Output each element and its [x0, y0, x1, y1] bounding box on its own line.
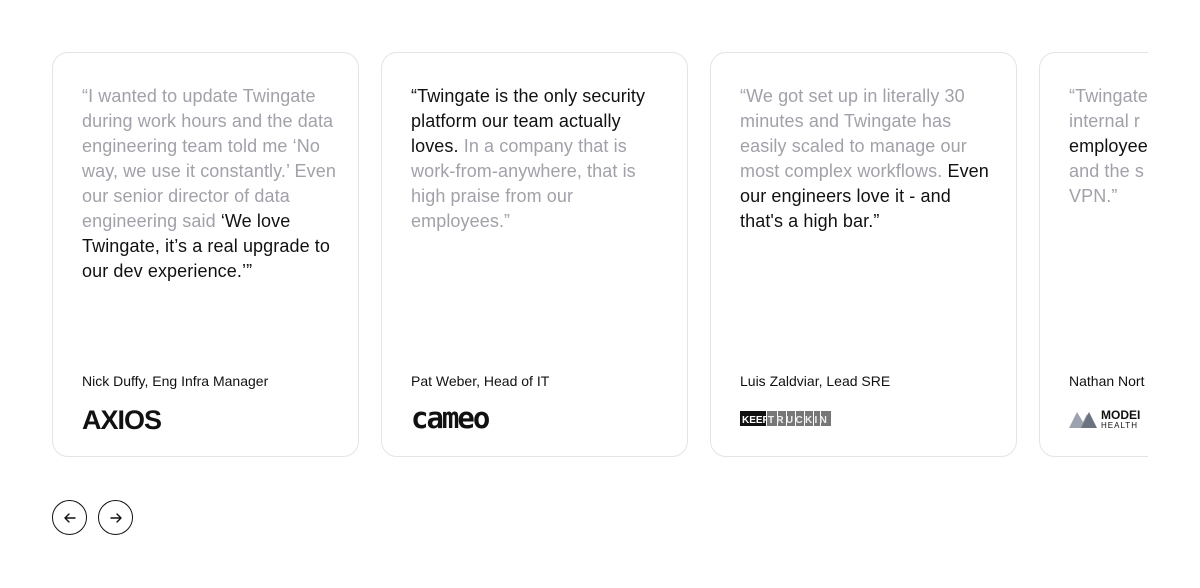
quote-muted-text: “Twingate puzzle pie our acces internal … [1069, 86, 1148, 131]
keeptruckin-logo-keep: KEEP [742, 415, 770, 426]
testimonial-quote: “I wanted to update Twingate during work… [82, 84, 336, 284]
arrow-right-icon [109, 512, 122, 523]
carousel-track: “I wanted to update Twingate during work… [52, 52, 1148, 457]
testimonial-quote: “Twingate is the only security platform … [411, 84, 665, 234]
axios-logo-text: AXIOS [82, 406, 161, 432]
testimonial-card: “I wanted to update Twingate during work… [52, 52, 359, 457]
keeptruckin-logo-truckin: TRUCKIN [768, 415, 829, 426]
quote-muted-text: and the s sleep bet that we u VPN.” [1069, 161, 1148, 206]
axios-logo: AXIOS [82, 405, 174, 433]
testimonial-card: “Twingate is the only security platform … [381, 52, 688, 457]
modern-health-logo: MODEI HEALTH [1069, 405, 1148, 433]
next-button[interactable] [98, 500, 133, 535]
quote-muted-text: “I wanted to update Twingate during work… [82, 86, 336, 231]
cameo-logo: cameo [411, 405, 503, 433]
arrow-left-icon [63, 512, 76, 523]
modern-health-logo-bottom: HEALTH [1101, 421, 1138, 430]
carousel-navigation [52, 500, 133, 535]
testimonial-quote: “We got set up in literally 30 minutes a… [740, 84, 994, 234]
quote-muted-text: “We got set up in literally 30 minutes a… [740, 86, 967, 181]
modern-health-logo-top: MODEI [1101, 408, 1140, 422]
testimonial-card: “We got set up in literally 30 minutes a… [710, 52, 1017, 457]
testimonial-quote: “Twingate puzzle pie our acces internal … [1069, 84, 1148, 209]
testimonial-author: Pat Weber, Head of IT [411, 373, 550, 389]
keeptruckin-logo: KEEP TRUCKIN [740, 405, 832, 433]
previous-button[interactable] [52, 500, 87, 535]
testimonial-author: Nathan Nort [1069, 373, 1145, 389]
cameo-logo-text: cameo [411, 405, 490, 433]
testimonial-card: “Twingate puzzle pie our acces internal … [1039, 52, 1148, 457]
testimonial-author: Luis Zaldviar, Lead SRE [740, 373, 891, 389]
testimonial-carousel: “I wanted to update Twingate during work… [52, 52, 1148, 459]
quote-highlight-text: employee [1069, 136, 1148, 156]
testimonial-author: Nick Duffy, Eng Infra Manager [82, 373, 269, 389]
